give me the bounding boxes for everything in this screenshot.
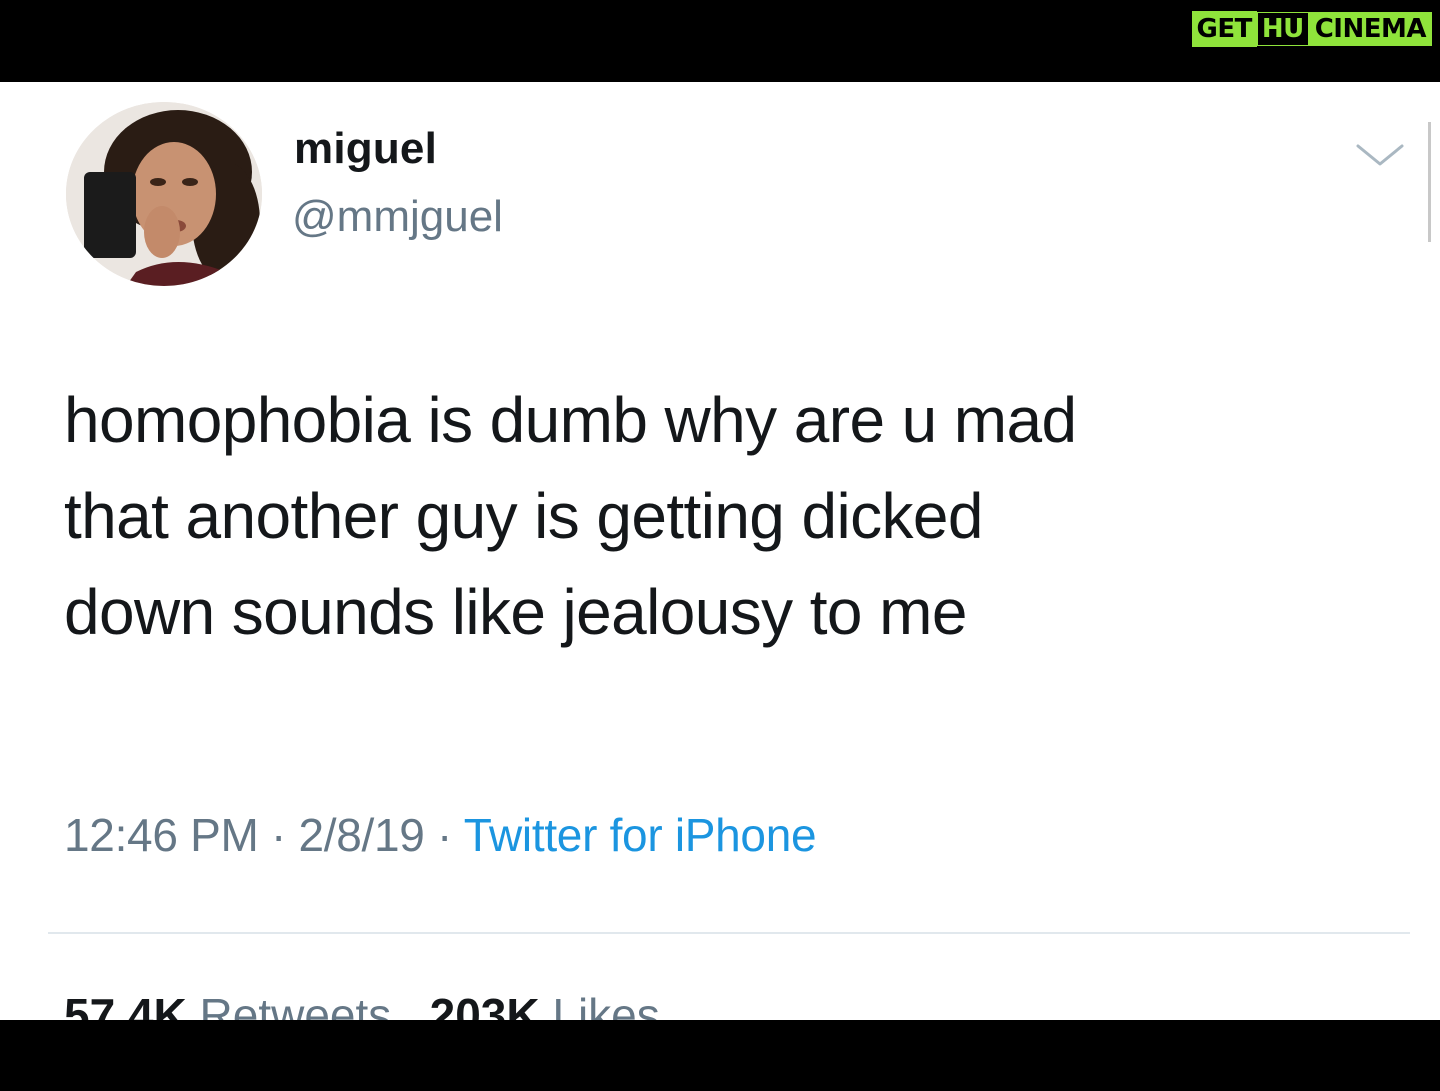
watermark-part-3: CINEMA: [1308, 12, 1432, 46]
tweet-source-link[interactable]: Twitter for iPhone: [464, 809, 817, 861]
tweet-date[interactable]: 2/8/19: [298, 809, 424, 861]
tweet-text-line: homophobia is dumb why are u mad: [64, 384, 1077, 456]
avatar[interactable]: [66, 102, 262, 286]
tweet-text-line: down sounds like jealousy to me: [64, 576, 967, 648]
screenshot-frame: GET HU CINEMA miguel @mmjguel homophobia…: [0, 0, 1440, 1091]
chevron-down-icon-svg: [1356, 144, 1404, 166]
retweets-count[interactable]: 57.4K: [64, 989, 187, 1020]
tweet-meta: 12:46 PM · 2/8/19 · Twitter for iPhone: [64, 808, 817, 862]
tweet-text: homophobia is dumb why are u mad that an…: [64, 372, 1404, 660]
scrollbar[interactable]: [1428, 122, 1431, 242]
author-handle[interactable]: @mmjguel: [292, 192, 503, 242]
meta-separator: ·: [258, 809, 299, 861]
retweets-label[interactable]: Retweets: [200, 989, 392, 1020]
divider: [48, 932, 1410, 934]
watermark-part-2: HU: [1256, 12, 1309, 46]
tweet-text-line: that another guy is getting dicked: [64, 480, 983, 552]
tweet-stats: 57.4K Retweets 203K Likes: [64, 988, 660, 1020]
top-black-bar: GET HU CINEMA: [0, 0, 1440, 82]
avatar-image: [66, 102, 262, 286]
author-name[interactable]: miguel: [294, 124, 437, 174]
meta-separator: ·: [424, 809, 464, 861]
likes-label[interactable]: Likes: [552, 989, 659, 1020]
watermark-logo: GET HU CINEMA: [1191, 11, 1432, 47]
tweet-card: miguel @mmjguel homophobia is dumb why a…: [0, 82, 1440, 1020]
chevron-down-icon[interactable]: [1354, 140, 1406, 170]
watermark-part-1: GET: [1191, 11, 1257, 47]
tweet-time[interactable]: 12:46 PM: [64, 809, 259, 861]
bottom-black-bar: [0, 1020, 1440, 1091]
likes-count[interactable]: 203K: [430, 989, 540, 1020]
